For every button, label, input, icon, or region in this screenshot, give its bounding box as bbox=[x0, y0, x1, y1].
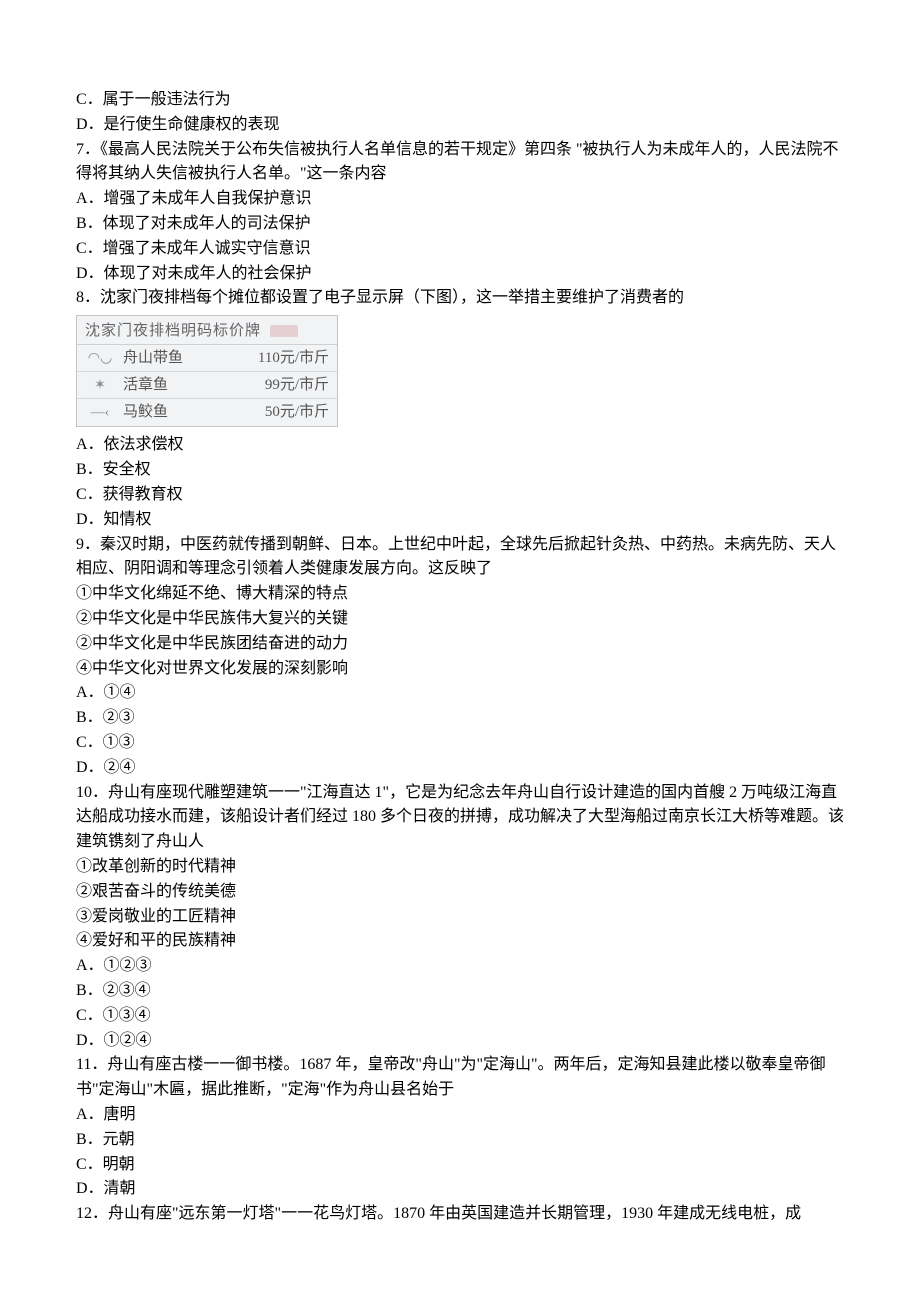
q8-stem: 8．沈家门夜排档每个摊位都设置了电子显示屏（下图），这一举措主要维护了消费者的 bbox=[76, 286, 844, 311]
price-card-title: 沈家门夜排档明码标价牌 bbox=[77, 316, 337, 345]
q10-option-d: D．①②④ bbox=[76, 1029, 844, 1054]
octopus-icon: ✶ bbox=[83, 375, 117, 397]
q9-option-b: B．②③ bbox=[76, 706, 844, 731]
price-item-name: 马鲛鱼 bbox=[117, 401, 239, 424]
price-row: ―‹ 马鲛鱼 50元/市斤 bbox=[77, 399, 337, 426]
q9-option-a: A．①④ bbox=[76, 681, 844, 706]
q9-statement-1: ①中华文化绵延不绝、博大精深的特点 bbox=[76, 582, 844, 607]
tag-icon bbox=[270, 325, 298, 337]
price-row: ◠◡ 舟山带鱼 110元/市斤 bbox=[77, 345, 337, 372]
q9-option-d: D．②④ bbox=[76, 756, 844, 781]
shark-icon: ―‹ bbox=[83, 402, 117, 424]
q9-statement-2: ②中华文化是中华民族伟大复兴的关键 bbox=[76, 607, 844, 632]
price-row: ✶ 活章鱼 99元/市斤 bbox=[77, 372, 337, 399]
price-card-title-text: 沈家门夜排档明码标价牌 bbox=[85, 322, 261, 339]
q10-statement-1: ①改革创新的时代精神 bbox=[76, 855, 844, 880]
q6-option-d: D．是行使生命健康权的表现 bbox=[76, 113, 844, 138]
q9-option-c: C．①③ bbox=[76, 731, 844, 756]
price-item-value: 50元/市斤 bbox=[239, 401, 329, 424]
q11-option-d: D．清朝 bbox=[76, 1177, 844, 1202]
q7-stem: 7．《最高人民法院关于公布失信被执行人名单信息的若干规定》第四条 "被执行人为未… bbox=[76, 138, 844, 188]
q6-option-c: C．属于一般违法行为 bbox=[76, 88, 844, 113]
price-item-value: 99元/市斤 bbox=[239, 374, 329, 397]
q11-option-b: B．元朝 bbox=[76, 1128, 844, 1153]
q10-option-b: B．②③④ bbox=[76, 979, 844, 1004]
price-item-name: 舟山带鱼 bbox=[117, 347, 239, 370]
q10-option-a: A．①②③ bbox=[76, 954, 844, 979]
q8-option-b: B．安全权 bbox=[76, 458, 844, 483]
fish-icon: ◠◡ bbox=[83, 348, 117, 370]
q9-statement-3: ②中华文化是中华民族团结奋进的动力 bbox=[76, 632, 844, 657]
q9-statement-4: ④中华文化对世界文化发展的深刻影响 bbox=[76, 657, 844, 682]
q8-option-a: A．依法求偿权 bbox=[76, 433, 844, 458]
q10-stem: 10．舟山有座现代雕塑建筑一一"江海直达 1"，它是为纪念去年舟山自行设计建造的… bbox=[76, 781, 844, 855]
price-card: 沈家门夜排档明码标价牌 ◠◡ 舟山带鱼 110元/市斤 ✶ 活章鱼 99元/市斤… bbox=[76, 315, 338, 427]
q7-option-c: C．增强了未成年人诚实守信意识 bbox=[76, 237, 844, 262]
q11-option-c: C．明朝 bbox=[76, 1153, 844, 1178]
q8-option-c: C．获得教育权 bbox=[76, 483, 844, 508]
q10-statement-4: ④爱好和平的民族精神 bbox=[76, 929, 844, 954]
q7-option-a: A．增强了未成年人自我保护意识 bbox=[76, 187, 844, 212]
q10-statement-2: ②艰苦奋斗的传统美德 bbox=[76, 880, 844, 905]
q8-option-d: D．知情权 bbox=[76, 508, 844, 533]
q10-option-c: C．①③④ bbox=[76, 1004, 844, 1029]
price-item-name: 活章鱼 bbox=[117, 374, 239, 397]
q9-stem: 9．秦汉时期，中医药就传播到朝鲜、日本。上世纪中叶起，全球先后掀起针灸热、中药热… bbox=[76, 533, 844, 583]
q11-stem: 11．舟山有座古楼一一御书楼。1687 年，皇帝改"舟山"为"定海山"。两年后，… bbox=[76, 1053, 844, 1103]
price-item-value: 110元/市斤 bbox=[239, 347, 329, 370]
q11-option-a: A．唐明 bbox=[76, 1103, 844, 1128]
q7-option-d: D．体现了对未成年人的社会保护 bbox=[76, 262, 844, 287]
q12-stem: 12．舟山有座"远东第一灯塔"一一花鸟灯塔。1870 年由英国建造并长期管理，1… bbox=[76, 1202, 844, 1227]
q10-statement-3: ③爱岗敬业的工匠精神 bbox=[76, 905, 844, 930]
q7-option-b: B．体现了对未成年人的司法保护 bbox=[76, 212, 844, 237]
